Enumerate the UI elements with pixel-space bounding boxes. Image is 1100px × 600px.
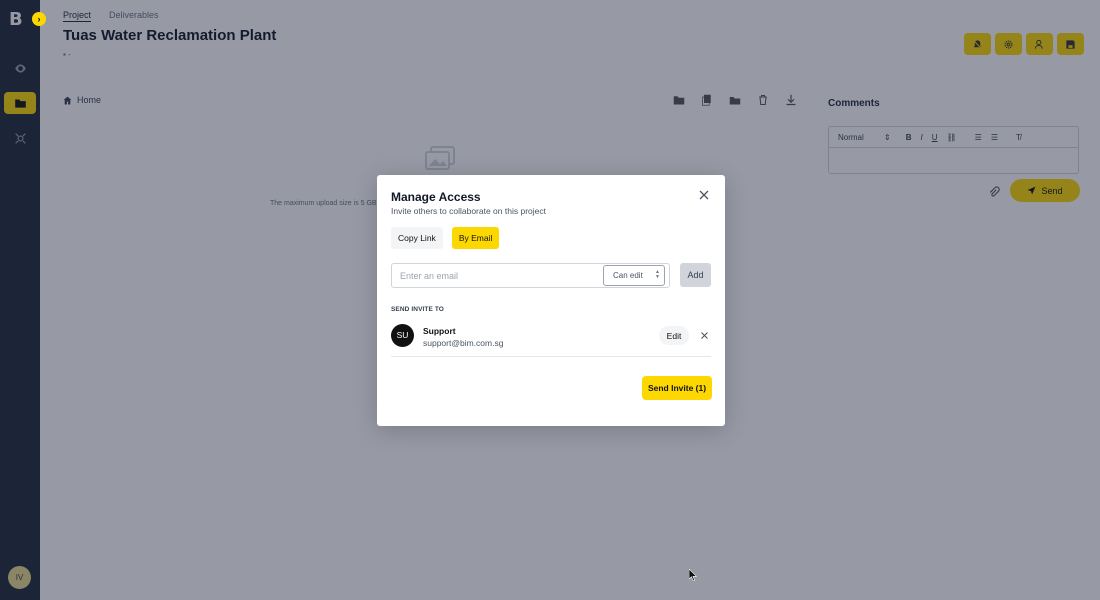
- close-icon[interactable]: [698, 189, 710, 201]
- section-label: SEND INVITE TO: [391, 306, 444, 313]
- chevron-right-icon: ›: [37, 14, 41, 24]
- invitee-name: Support: [423, 326, 456, 336]
- invitee-email: support@bim.com.sg: [423, 338, 504, 348]
- avatar: SU: [391, 324, 414, 347]
- invitee-row: SU Support support@bim.com.sg Edit: [391, 324, 711, 357]
- tab-by-email[interactable]: By Email: [451, 227, 500, 249]
- send-invite-button[interactable]: Send Invite (1): [642, 376, 712, 400]
- chevron-updown-icon: ▲ ▼: [655, 269, 660, 280]
- permission-select[interactable]: Can edit ▲ ▼: [603, 265, 665, 286]
- mouse-cursor-icon: [689, 569, 697, 581]
- add-button[interactable]: Add: [680, 263, 711, 287]
- modal-subtitle: Invite others to collaborate on this pro…: [391, 206, 546, 216]
- manage-access-modal: Manage Access Invite others to collabora…: [377, 175, 725, 426]
- remove-invitee-icon[interactable]: [700, 331, 709, 340]
- tab-copy-link[interactable]: Copy Link: [391, 227, 443, 249]
- share-mode-tabs: Copy Link By Email: [391, 227, 500, 249]
- invitee-permission-button[interactable]: Edit: [659, 326, 689, 345]
- email-invite-row: Can edit ▲▼: [391, 263, 670, 288]
- sidebar-toggle-button[interactable]: ›: [32, 12, 46, 26]
- email-input[interactable]: [392, 264, 602, 287]
- modal-title: Manage Access: [391, 190, 481, 204]
